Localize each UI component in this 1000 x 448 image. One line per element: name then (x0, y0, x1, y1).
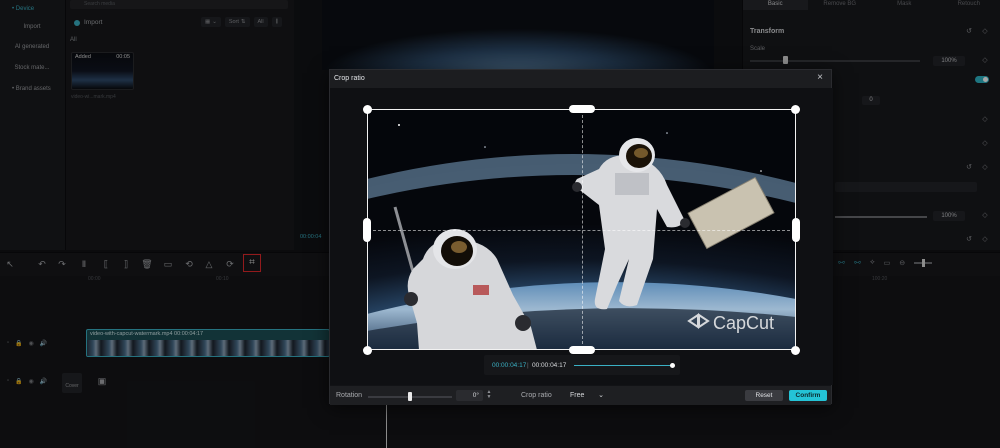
crop-handle-top-left[interactable] (363, 105, 372, 114)
crop-scrubber-handle[interactable] (670, 363, 675, 368)
dialog-header: Crop ratio × (330, 70, 831, 88)
rotation-input[interactable]: 0° (456, 390, 483, 401)
crop-scrubber[interactable] (574, 365, 672, 366)
total-timecode: 00:00:04:17 (532, 362, 567, 369)
crop-ratio-value: Free (570, 392, 585, 399)
crop-handle-bottom-left[interactable] (363, 346, 372, 355)
dialog-footer: Rotation 0° ▲ ▼ Crop ratio Free ⌄ Reset C… (330, 385, 831, 405)
crop-preview-image[interactable]: CapCut (367, 109, 796, 350)
confirm-button[interactable]: Confirm (789, 390, 827, 401)
crop-playback-bar: 00:00:04:17 | 00:00:04:17 (484, 355, 680, 375)
current-timecode: 00:00:04:17 (492, 362, 527, 369)
rotation-slider-handle[interactable] (408, 392, 412, 401)
crop-ratio-label: Crop ratio (521, 392, 552, 399)
rotation-label: Rotation (336, 392, 363, 399)
rotation-stepper[interactable]: ▲ ▼ (485, 390, 493, 401)
crop-handle-left[interactable] (363, 218, 371, 242)
timecode-separator: | (527, 362, 529, 369)
chevron-down-icon[interactable]: ▼ (487, 394, 492, 400)
crop-handle-top[interactable] (569, 105, 595, 113)
crop-canvas: CapCut 00:00:04:17 | 00:00:04:17 (330, 88, 833, 385)
dialog-title: Crop ratio (334, 75, 365, 82)
crop-ratio-dialog: Crop ratio × CapCut 00:00:04:17 | 00:00:… (329, 69, 833, 405)
close-icon[interactable]: × (815, 73, 825, 83)
crop-handle-bottom[interactable] (569, 346, 595, 354)
chevron-down-icon: ⌄ (598, 392, 604, 399)
crop-handle-bottom-right[interactable] (791, 346, 800, 355)
crop-ratio-select[interactable]: Free ⌄ (570, 390, 604, 401)
astronaut-scene: CapCut (367, 109, 796, 350)
crop-handle-right[interactable] (792, 218, 800, 242)
crop-handle-top-right[interactable] (791, 105, 800, 114)
capcut-watermark: CapCut (713, 313, 774, 333)
reset-button[interactable]: Reset (745, 390, 783, 401)
